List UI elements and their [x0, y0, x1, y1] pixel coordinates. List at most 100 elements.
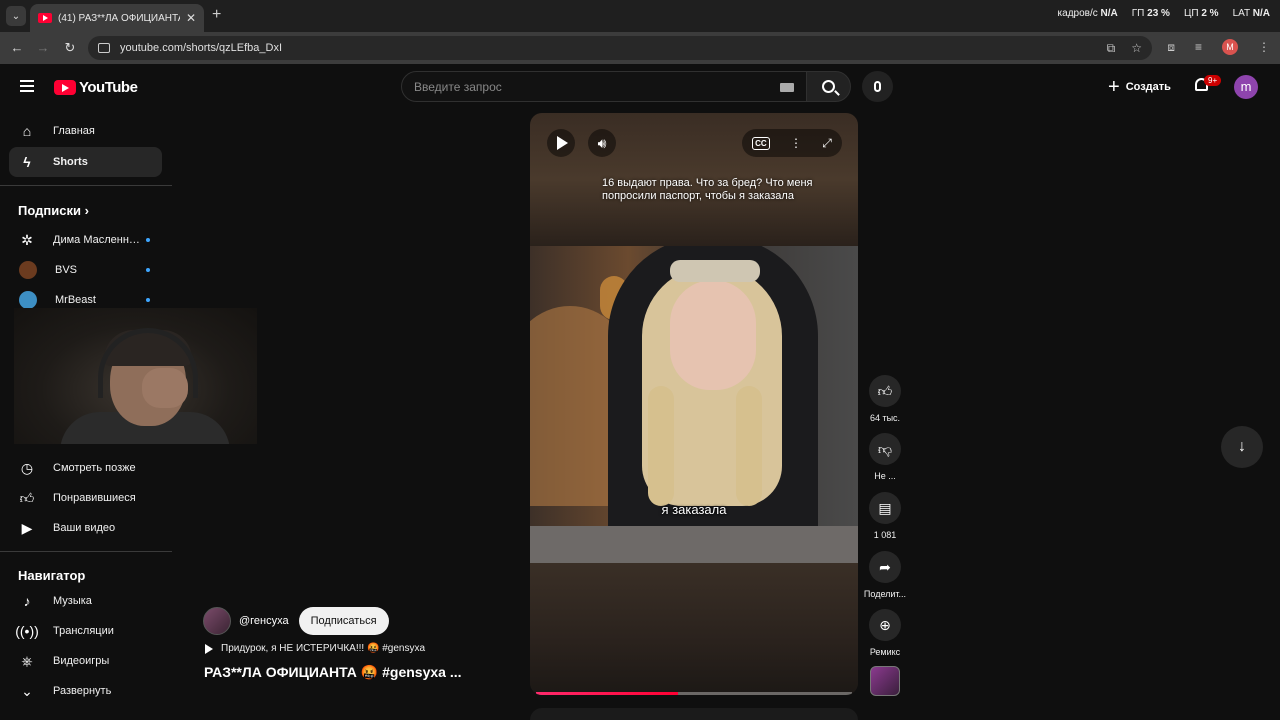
reload-icon[interactable]: ↻ [61, 39, 79, 57]
lat-value: N/A [1252, 8, 1270, 19]
create-button[interactable]: + Создать [1102, 74, 1177, 100]
new-tab-button[interactable]: + [212, 6, 221, 24]
dislike-button[interactable]: 👎︎ [869, 433, 901, 465]
sidebar-item-label: Ваши видео [53, 522, 116, 534]
sidebar-item-label: Видеоигры [53, 655, 110, 667]
music-text: Придурок, я НЕ ИСТЕРИЧКА!!! 🤬 #gensyxa [221, 643, 425, 654]
sidebar-subscription[interactable]: BVS [9, 255, 162, 285]
music-row[interactable]: Придурок, я НЕ ИСТЕРИЧКА!!! 🤬 #gensyxa [205, 643, 425, 654]
sidebar-item-home[interactable]: ⌂ Главная [9, 116, 162, 146]
progress-bar[interactable] [536, 692, 852, 695]
shorts-icon: ϟ [23, 154, 31, 170]
cpu-label: ЦП [1183, 8, 1199, 19]
install-app-icon[interactable]: ⧉ [1107, 41, 1116, 56]
youtube-logo[interactable]: YouTube [54, 79, 138, 96]
address-bar[interactable]: youtube.com/shorts/qzLEfba_DxI ⧉ ☆ [88, 36, 1152, 60]
channel-avatar-icon: ✲ [21, 231, 33, 248]
more-options-icon[interactable]: ⋮ [790, 136, 802, 150]
sidebar-item-label: Главная [53, 125, 95, 137]
sidebar-item-music[interactable]: ♪ Музыка [9, 586, 162, 616]
forward-arrow-icon[interactable]: → [34, 39, 52, 57]
share-button[interactable]: ➦ [869, 551, 901, 583]
sidebar-item-your-videos[interactable]: ▶ Ваши видео [9, 513, 162, 543]
browser-menu-icon[interactable]: ⋮ [1258, 40, 1270, 54]
notification-badge: 9+ [1204, 75, 1222, 86]
extensions-icon[interactable]: ⧈ [1167, 40, 1175, 55]
menu-icon[interactable] [20, 80, 34, 92]
channel-row: @генсуха Подписаться [203, 607, 389, 635]
navigator-heading: Навигатор [18, 568, 86, 583]
site-info-icon[interactable] [98, 43, 110, 53]
search-input[interactable] [414, 79, 774, 94]
share-action: ➦ Поделит... [862, 551, 908, 599]
media-controls-icon[interactable]: ≡ [1195, 40, 1202, 54]
sidebar-subscription[interactable]: ✲ Дима Масленн… [9, 225, 162, 255]
voice-search-button[interactable] [862, 71, 893, 102]
bookmark-star-icon[interactable]: ☆ [1131, 41, 1142, 56]
sidebar-item-label: Развернуть [53, 685, 112, 697]
webcam-overlay [14, 308, 257, 444]
new-content-dot [146, 268, 150, 272]
url-text[interactable]: youtube.com/shorts/qzLEfba_DxI [120, 42, 282, 54]
thumbs-down-icon: 👎︎ [877, 440, 893, 457]
profile-avatar[interactable]: M [1222, 39, 1238, 55]
new-content-dot [146, 298, 150, 302]
like-button[interactable]: 👍︎ [869, 375, 901, 407]
channel-avatar[interactable] [203, 607, 231, 635]
keyboard-icon[interactable] [780, 83, 794, 92]
browser-tab-bar: ⌄ (41) РАЗ**ЛА ОФИЦИАНТА 🤬 ✕ + кадров/с … [0, 0, 1280, 32]
home-icon: ⌂ [22, 123, 32, 139]
person-braid-right [736, 386, 762, 506]
channel-name[interactable]: @генсуха [239, 615, 289, 627]
person-cap [670, 260, 760, 282]
sidebar-item-expand[interactable]: ⌄ Развернуть [9, 676, 162, 706]
sidebar-item-live[interactable]: ((•)) Трансляции [9, 616, 162, 646]
search-icon [822, 80, 835, 93]
sidebar-item-liked[interactable]: 👍︎ Понравившиеся [9, 483, 162, 513]
sound-thumbnail[interactable] [870, 666, 900, 696]
tab-title: (41) РАЗ**ЛА ОФИЦИАНТА 🤬 [58, 12, 180, 24]
person-face [670, 280, 756, 390]
channel-avatar [19, 261, 37, 279]
subscriptions-heading[interactable]: Подписки › [18, 203, 89, 218]
account-avatar[interactable]: m [1234, 75, 1258, 99]
search-box [401, 71, 807, 102]
browser-toolbar: ← → ↻ youtube.com/shorts/qzLEfba_DxI ⧉ ☆… [0, 32, 1280, 64]
sidebar-item-gaming[interactable]: ⎈ Видеоигры [9, 646, 162, 676]
play-button[interactable] [547, 129, 575, 157]
plus-icon: + [1108, 76, 1120, 98]
youtube-favicon-icon [38, 13, 52, 23]
back-arrow-icon[interactable]: ← [8, 39, 26, 57]
shorts-player[interactable]: я заказала 🔊︎ CC ⋮ ⤢ 16 выдают права. Чт… [530, 113, 858, 695]
play-icon [205, 643, 213, 654]
search-button[interactable] [806, 71, 851, 102]
sidebar-item-watch-later[interactable]: ◷ Смотреть позже [9, 453, 162, 483]
volume-icon[interactable]: 🔊︎ [588, 129, 616, 157]
new-content-dot [146, 238, 150, 242]
subscribe-button[interactable]: Подписаться [298, 607, 389, 635]
next-short-preview [530, 708, 858, 720]
fps-label: кадров/с [1057, 8, 1098, 19]
remix-label: Ремикс [869, 647, 901, 657]
short-title[interactable]: РАЗ**ЛА ОФИЦИАНТА 🤬 #gensyxa ... [204, 664, 462, 681]
sidebar-item-label: Смотреть позже [53, 462, 136, 474]
sidebar-item-shorts[interactable]: ϟ Shorts [9, 147, 162, 177]
tab-close-icon[interactable]: ✕ [186, 11, 196, 25]
comment-icon: ▤ [878, 499, 892, 516]
share-label: Поделит... [863, 589, 907, 599]
fullscreen-icon[interactable]: ⤢ [822, 136, 832, 151]
browser-tab[interactable]: (41) РАЗ**ЛА ОФИЦИАНТА 🤬 ✕ [30, 4, 204, 32]
tab-search-button[interactable]: ⌄ [6, 6, 26, 26]
captions-icon[interactable]: CC [752, 136, 770, 150]
sidebar-divider [0, 185, 172, 186]
sidebar-item-label: Музыка [53, 595, 92, 607]
subscription-name: BVS [55, 264, 78, 276]
music-note-icon: ♪ [23, 593, 31, 609]
next-short-button[interactable]: ↓ [1221, 426, 1263, 468]
youtube-logo-icon [54, 80, 76, 95]
remix-button[interactable]: ⊕ [869, 609, 901, 641]
comments-button[interactable]: ▤ [869, 492, 901, 524]
create-label: Создать [1125, 81, 1171, 93]
fps-value: N/A [1100, 8, 1118, 19]
cpu-value: 2 % [1201, 8, 1219, 19]
